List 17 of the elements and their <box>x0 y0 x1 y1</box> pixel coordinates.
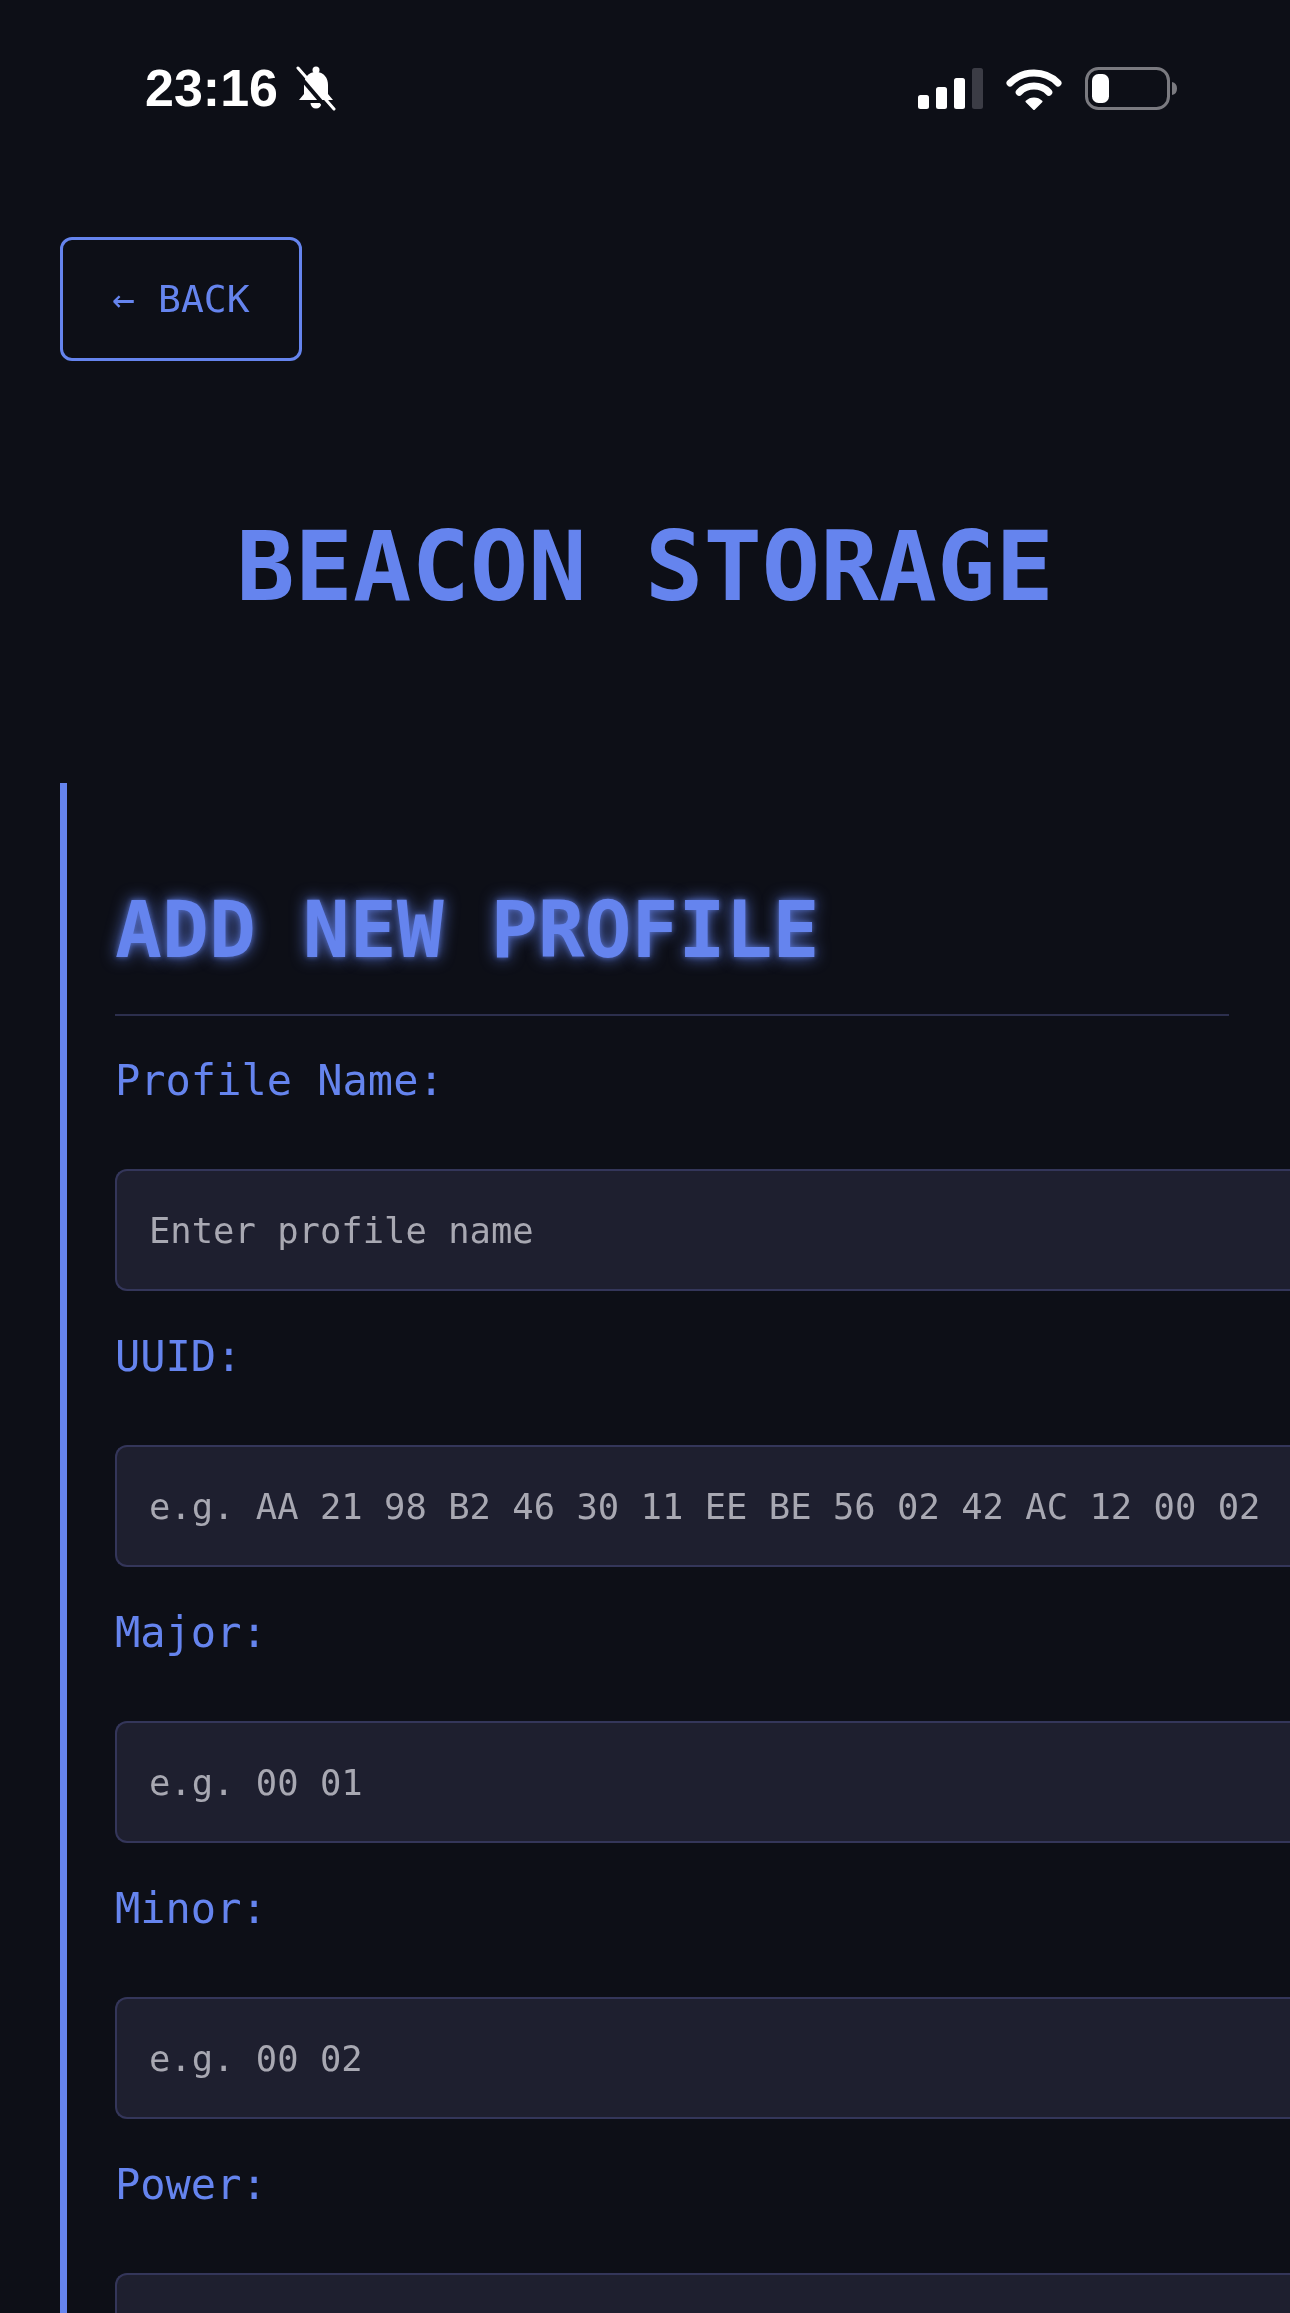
bell-slash-icon <box>294 65 338 111</box>
back-button[interactable]: ← BACK <box>60 237 302 361</box>
signal-icon <box>918 67 983 109</box>
text-input[interactable]: Enter profile name <box>115 1169 1290 1291</box>
page-title: BEACON STORAGE <box>236 517 1054 617</box>
status-time: 23:16 <box>145 58 278 118</box>
text-input[interactable]: e.g. 00 02 <box>115 1997 1290 2119</box>
text-input[interactable]: e.g. 00 01 <box>115 1721 1290 1843</box>
field-label: Major: <box>115 1608 267 1658</box>
form-heading: ADD NEW PROFILE <box>114 885 821 975</box>
text-input[interactable] <box>115 2273 1290 2313</box>
text-input[interactable]: e.g. AA 21 98 B2 46 30 11 EE BE 56 02 42 AC 12 00 02 <box>115 1445 1290 1567</box>
field-label: Power: <box>115 2160 267 2210</box>
field-label: Minor: <box>115 1884 267 1934</box>
battery-icon <box>1085 66 1178 110</box>
field-label: Profile Name: <box>115 1056 444 1106</box>
field-label: UUID: <box>115 1332 242 1382</box>
